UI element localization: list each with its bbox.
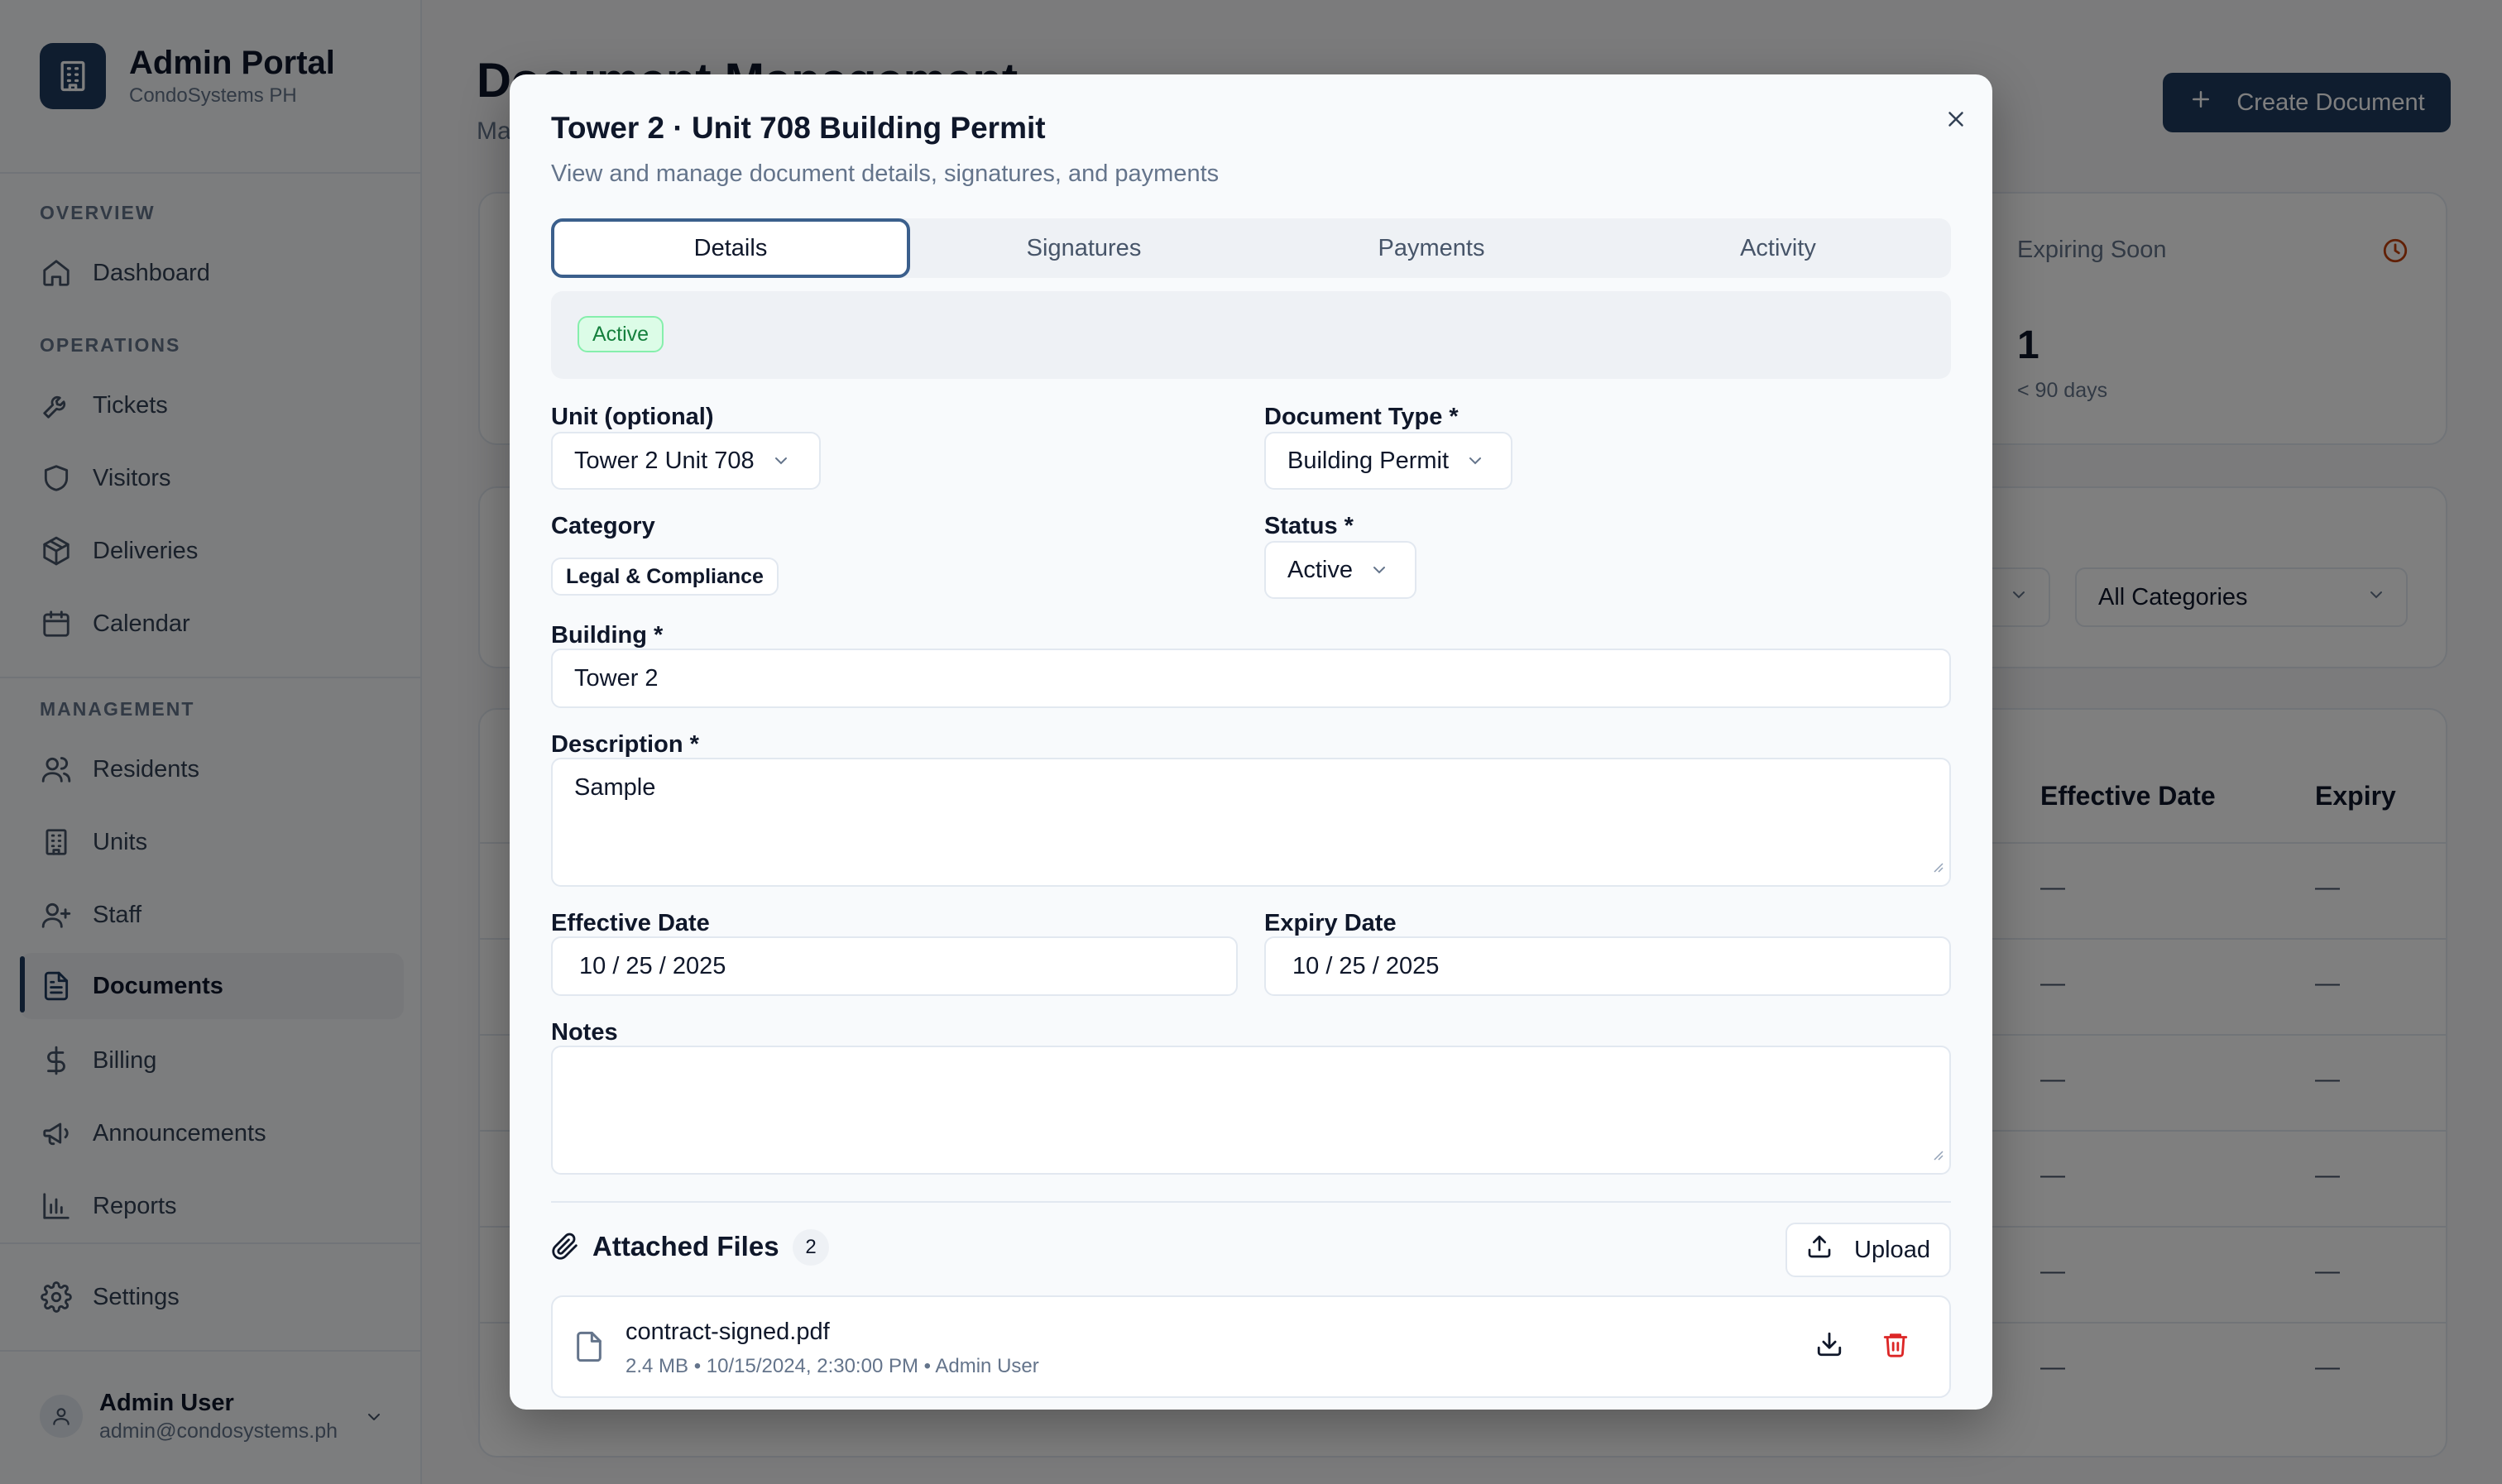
dialog-tabs: Details Signatures Payments Activity <box>551 218 1951 278</box>
upload-label: Upload <box>1854 1236 1930 1263</box>
expiry-date-input[interactable]: 10 / 25 / 2025 <box>1264 936 1951 996</box>
chevron-down-icon <box>771 451 791 471</box>
tab-activity[interactable]: Activity <box>1605 218 1951 278</box>
description-value: Sample <box>574 774 656 801</box>
attached-files-title: Attached Files <box>592 1231 779 1261</box>
file-icon <box>573 1328 606 1372</box>
document-type-value: Building Permit <box>1287 447 1450 474</box>
dialog-description: View and manage document details, signat… <box>551 160 1220 187</box>
effective-date-input[interactable]: 10 / 25 / 2025 <box>551 936 1238 996</box>
status-select[interactable]: Active <box>1264 541 1416 599</box>
building-label: Building * <box>551 622 664 649</box>
document-type-label: Document Type * <box>1264 404 1459 430</box>
description-textarea[interactable]: Sample <box>551 758 1951 887</box>
attached-files-count: 2 <box>793 1229 829 1266</box>
document-type-select[interactable]: Building Permit <box>1264 432 1512 490</box>
paperclip-icon <box>551 1233 579 1267</box>
expiry-date-label: Expiry Date <box>1264 910 1397 936</box>
trash-icon[interactable] <box>1881 1330 1910 1365</box>
upload-button[interactable]: Upload <box>1785 1223 1951 1277</box>
close-icon <box>1944 107 1968 138</box>
dialog-title: Tower 2 · Unit 708 Building Permit <box>551 111 1046 145</box>
file-meta: 2.4 MB • 10/15/2024, 2:30:00 PM • Admin … <box>626 1355 1039 1377</box>
tab-signatures[interactable]: Signatures <box>910 218 1258 278</box>
status-label: Status * <box>1264 513 1354 539</box>
upload-icon <box>1806 1233 1833 1266</box>
attached-file-item: contract-signed.pdf 2.4 MB • 10/15/2024,… <box>551 1295 1951 1398</box>
unit-value: Tower 2 Unit 708 <box>574 447 755 474</box>
resize-grip-icon[interactable] <box>1931 1141 1944 1168</box>
unit-select[interactable]: Tower 2 Unit 708 <box>551 432 821 490</box>
notes-textarea[interactable] <box>551 1046 1951 1175</box>
file-name: contract-signed.pdf <box>626 1319 830 1345</box>
unit-label: Unit (optional) <box>551 404 714 430</box>
description-label: Description * <box>551 731 699 758</box>
effective-date-label: Effective Date <box>551 910 710 936</box>
document-details-dialog: Tower 2 · Unit 708 Building Permit View … <box>510 74 1992 1410</box>
status-panel: Active <box>551 291 1951 379</box>
resize-grip-icon[interactable] <box>1931 853 1944 880</box>
download-icon[interactable] <box>1815 1330 1843 1365</box>
close-button[interactable] <box>1936 103 1976 142</box>
status-value: Active <box>1287 556 1353 583</box>
chevron-down-icon <box>1369 560 1389 580</box>
notes-label: Notes <box>551 1019 618 1046</box>
building-input[interactable]: Tower 2 <box>551 649 1951 708</box>
tab-details[interactable]: Details <box>551 218 910 278</box>
status-badge: Active <box>578 316 664 352</box>
tab-payments[interactable]: Payments <box>1258 218 1605 278</box>
chevron-down-icon <box>1465 451 1485 471</box>
category-label: Category <box>551 513 655 539</box>
category-badge: Legal & Compliance <box>551 558 779 596</box>
section-divider <box>551 1201 1951 1203</box>
